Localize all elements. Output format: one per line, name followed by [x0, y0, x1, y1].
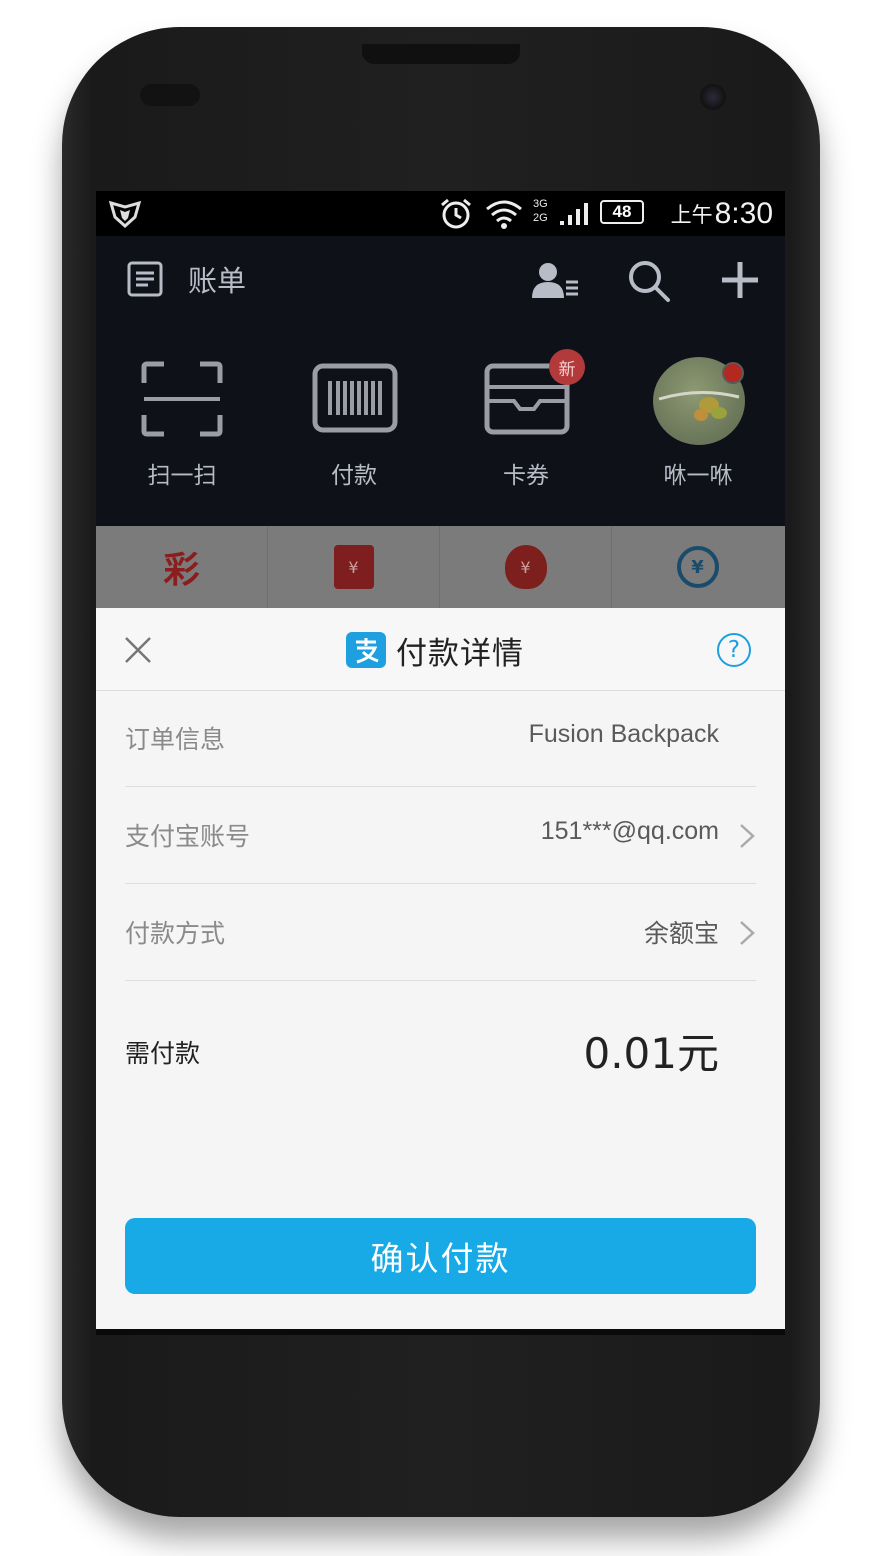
new-badge: 新: [549, 349, 585, 385]
red-envelope-icon: ¥: [333, 545, 374, 589]
amount-label: 需付款: [125, 1039, 201, 1068]
row-value: Fusion Backpack: [528, 720, 719, 748]
row-label: 支付宝账号: [125, 822, 251, 851]
close-icon: [125, 637, 151, 663]
notification-dot: [722, 362, 744, 384]
scan-icon: [140, 361, 224, 441]
money-bag-icon: ¥: [504, 545, 547, 589]
signal-icon: [558, 191, 590, 236]
phone-screen: 3G 2G 48 上午 8:30 账单 扫一扫 付款 卡券 新 咻一咻 彩 ¥ …: [96, 191, 785, 1329]
front-camera: [700, 84, 726, 110]
close-button[interactable]: [118, 630, 158, 670]
sheet-title-group: 付款详情: [346, 630, 524, 672]
bill-icon[interactable]: [126, 260, 164, 302]
earpiece-speaker: [362, 44, 520, 64]
contacts-icon[interactable]: [530, 260, 580, 306]
lottery-icon: 彩: [163, 550, 200, 591]
proximity-sensor: [140, 84, 200, 106]
red-envelope-glyph: ¥: [348, 557, 359, 577]
amount-value: 0.01元: [583, 1029, 719, 1078]
payment-method-row[interactable]: 付款方式 余额宝: [125, 884, 756, 981]
money-bag-cell[interactable]: ¥: [440, 526, 612, 608]
app-header: 账单: [96, 236, 785, 326]
amount-row: 需付款 0.01元: [125, 1008, 756, 1098]
alarm-icon: [438, 191, 474, 236]
row-value: 余额宝: [643, 919, 719, 948]
add-icon[interactable]: [720, 260, 760, 304]
alipay-logo-icon: [346, 632, 386, 668]
row-label: 订单信息: [125, 725, 226, 754]
account-row[interactable]: 支付宝账号 151***@qq.com: [125, 787, 756, 884]
red-envelope-cell[interactable]: ¥: [268, 526, 440, 608]
sheet-title: 付款详情: [396, 635, 524, 672]
battery-indicator: 48: [600, 200, 644, 224]
search-icon[interactable]: [626, 258, 672, 308]
network-type-label: 3G 2G: [533, 198, 548, 224]
chevron-right-icon: [740, 921, 755, 945]
chevron-right-icon: [740, 824, 755, 848]
wifi-icon: [484, 191, 524, 236]
transfer-glyph: ¥: [691, 556, 704, 578]
lottery-cell[interactable]: 彩: [96, 526, 268, 608]
clock: 上午 8:30: [671, 191, 773, 236]
help-button[interactable]: ?: [717, 633, 751, 667]
order-info-row: 订单信息 Fusion Backpack: [125, 690, 756, 787]
screen-bezel-edge: [96, 1329, 785, 1335]
status-bar: 3G 2G 48 上午 8:30: [96, 191, 785, 236]
barcode-icon: [312, 363, 398, 437]
clock-time: 8:30: [714, 196, 773, 230]
row-label: 付款方式: [125, 919, 226, 948]
transfer-cell[interactable]: ¥: [612, 526, 783, 608]
quick-action-label: 咻一咻: [663, 463, 733, 489]
service-row: 彩 ¥ ¥ ¥: [96, 526, 785, 608]
quick-action-label: 扫一扫: [147, 463, 217, 489]
clock-ampm: 上午: [670, 203, 713, 227]
page-title[interactable]: 账单: [188, 258, 246, 300]
payment-sheet: 付款详情 ? 订单信息 Fusion Backpack 支付宝账号 151***…: [96, 608, 785, 1329]
shield-notification-icon: [108, 191, 142, 236]
money-bag-glyph: ¥: [520, 557, 531, 577]
row-value: 151***@qq.com: [540, 817, 719, 845]
confirm-payment-button[interactable]: 确认付款: [125, 1218, 756, 1294]
transfer-icon: ¥: [676, 546, 719, 588]
quick-action-label: 卡券: [503, 463, 549, 489]
quick-action-label: 付款: [331, 463, 377, 489]
sheet-header: 付款详情 ?: [96, 608, 785, 691]
